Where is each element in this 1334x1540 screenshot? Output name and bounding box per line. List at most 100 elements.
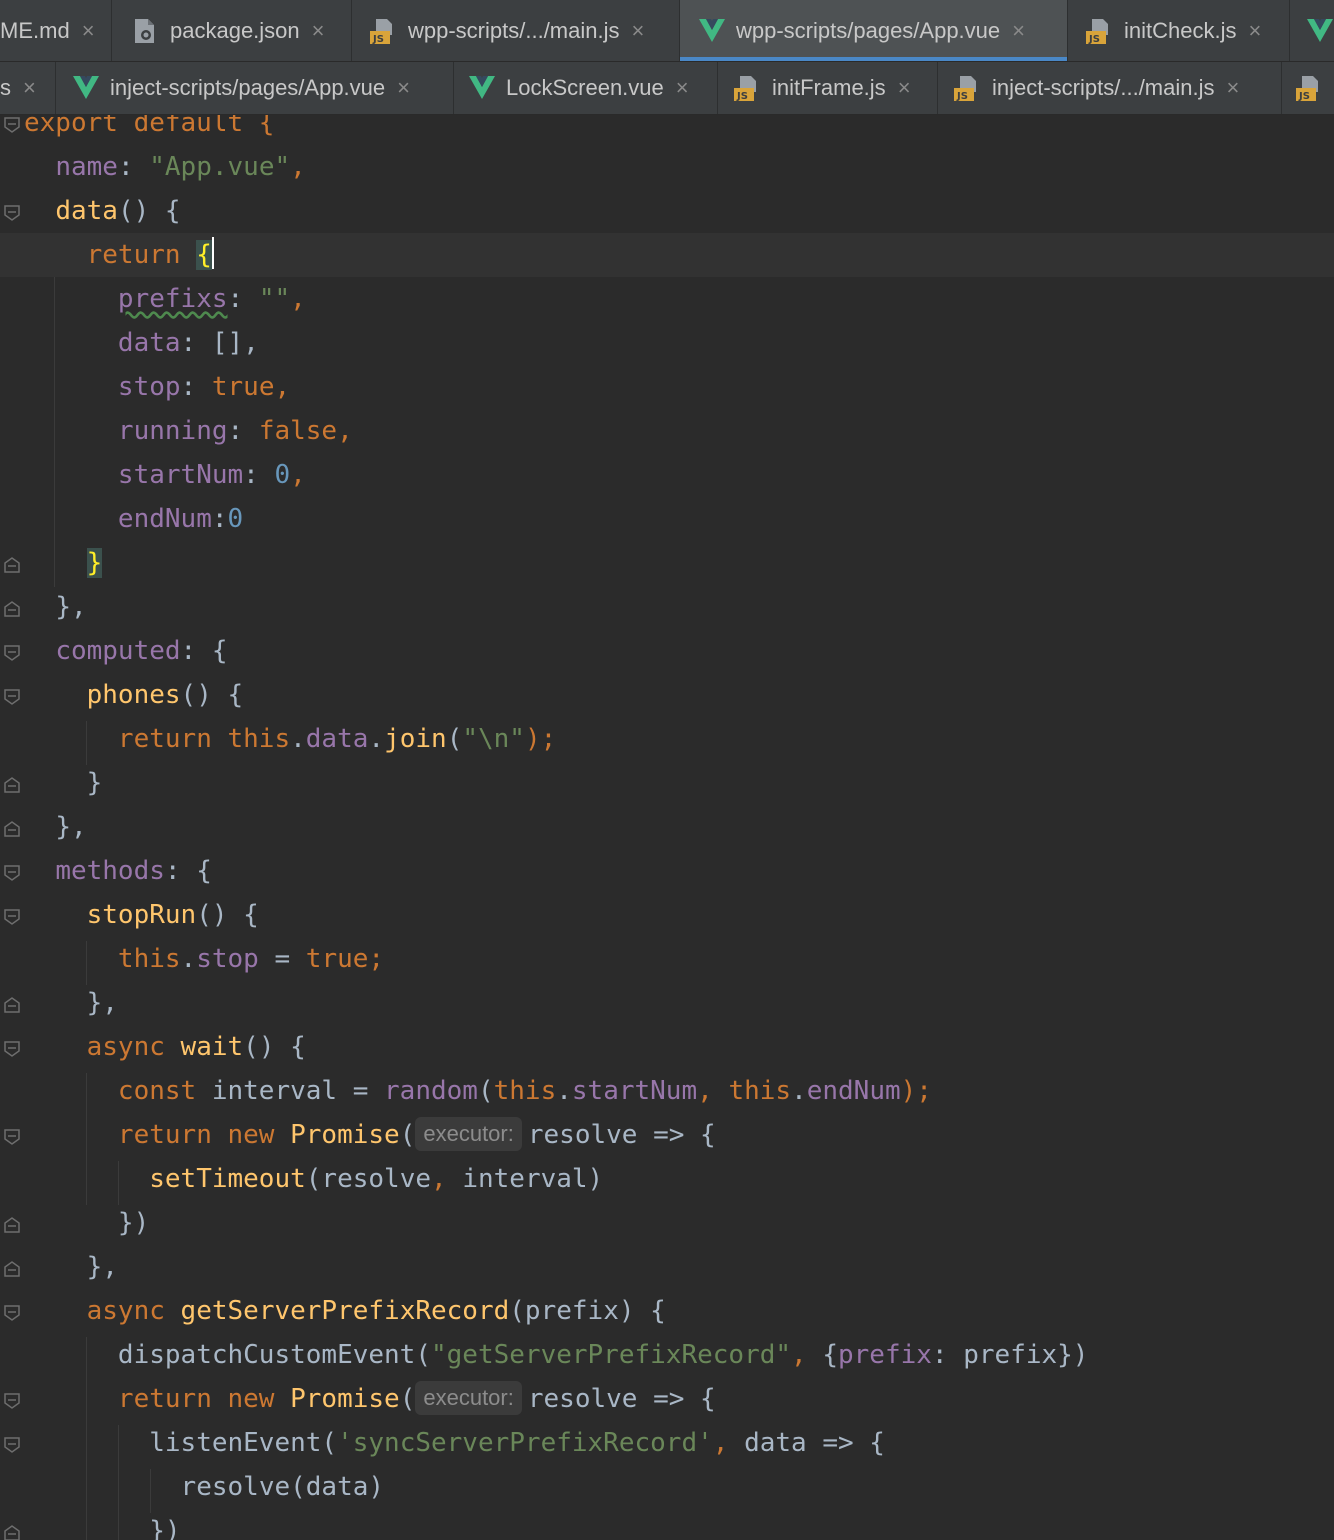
code-editor[interactable]: export default { name: "App.vue", data()… (0, 115, 1334, 1540)
code-token: "" (258, 284, 291, 314)
code-token: (resolve (305, 1164, 432, 1194)
vue-file-icon (1306, 17, 1333, 45)
code-token: , (697, 1076, 729, 1106)
code-token: this (493, 1076, 557, 1106)
code-line[interactable]: stop: true, (0, 365, 1334, 409)
matched-brace: { (196, 240, 212, 270)
parameter-hint: executor: (415, 1117, 522, 1151)
code-token: }) (149, 1516, 181, 1540)
code-line[interactable]: computed: { (0, 629, 1334, 673)
code-line[interactable]: } (0, 541, 1334, 585)
tab-readme[interactable]: ME.md × (0, 0, 112, 61)
code-token: ( (399, 1120, 416, 1150)
code-token: new (227, 1120, 291, 1150)
code-token: true (211, 372, 275, 402)
code-line[interactable]: }, (0, 981, 1334, 1025)
tab-initcheck-js[interactable]: JS initCheck.js × (1068, 0, 1290, 61)
tab-label: inject-scripts/.../main.js (992, 75, 1215, 100)
tab-package-json[interactable]: package.json × (112, 0, 352, 61)
code-line[interactable]: async wait() { (0, 1025, 1334, 1069)
code-line[interactable]: data() { (0, 189, 1334, 233)
code-line[interactable]: stopRun() { (0, 893, 1334, 937)
code-token: ( (446, 724, 463, 754)
code-token: stop (117, 372, 181, 402)
code-line[interactable]: data: [], (0, 321, 1334, 365)
svg-text:JS: JS (956, 91, 968, 102)
code-token: interval = (211, 1076, 385, 1106)
code-line[interactable]: return new Promise(executor: resolve => { (0, 1377, 1334, 1421)
code-token: : (227, 284, 259, 314)
code-token: computed (55, 636, 181, 666)
close-icon[interactable]: × (1227, 75, 1240, 101)
code-token: . (791, 1076, 807, 1106)
code-token: = (258, 944, 306, 974)
close-icon[interactable]: × (312, 18, 325, 44)
code-line[interactable]: } (0, 761, 1334, 805)
code-line[interactable]: }, (0, 805, 1334, 849)
editor-tabs-row-1: ME.md × package.json × JS wpp-scripts/..… (0, 0, 1334, 62)
close-icon[interactable]: × (1248, 18, 1261, 44)
tab-lockscreen-vue[interactable]: LockScreen.vue × (454, 62, 718, 114)
code-line[interactable]: methods: { (0, 849, 1334, 893)
code-token: export default { (24, 115, 275, 138)
tab-label: ME.md (0, 17, 70, 43)
tab-wpp-main-js[interactable]: JS wpp-scripts/.../main.js × (352, 0, 680, 61)
code-token: }, (55, 592, 87, 622)
code-line[interactable]: }, (0, 1245, 1334, 1289)
tab-inject-app-vue[interactable]: inject-scripts/pages/App.vue × (56, 62, 454, 114)
current-line[interactable]: return { (0, 233, 1334, 277)
code-line[interactable]: }) (0, 1509, 1334, 1540)
code-token: , (712, 1428, 745, 1458)
tab-wpp-app-vue[interactable]: wpp-scripts/pages/App.vue × (680, 0, 1068, 61)
js-file-icon: JS (734, 74, 760, 102)
editor-tabs-row-2: s × inject-scripts/pages/App.vue × LockS… (0, 62, 1334, 115)
code-token: setTimeout (149, 1164, 306, 1194)
code-token: getServerPrefixRecord (180, 1296, 510, 1326)
close-icon[interactable]: × (1012, 18, 1025, 44)
vue-file-icon (698, 17, 725, 45)
code-line[interactable]: export default { (0, 115, 1334, 145)
tab-overflow-js[interactable]: JS (1282, 62, 1334, 114)
close-icon[interactable]: × (23, 75, 36, 101)
code-line[interactable]: return new Promise(executor: resolve => { (0, 1113, 1334, 1157)
code-line[interactable]: return this.data.join("\n"); (0, 717, 1334, 761)
parameter-hint: executor: (415, 1381, 522, 1415)
code-line[interactable]: const interval = random(this.startNum, t… (0, 1069, 1334, 1113)
code-line[interactable]: phones() { (0, 673, 1334, 717)
code-token: this (728, 1076, 792, 1106)
js-file-icon: JS (370, 17, 396, 45)
code-line[interactable]: listenEvent('syncServerPrefixRecord', da… (0, 1421, 1334, 1465)
close-icon[interactable]: × (676, 75, 689, 101)
code-token: : (211, 504, 228, 534)
tab-inject-main-js[interactable]: JS inject-scripts/.../main.js × (938, 62, 1282, 114)
code-line[interactable]: this.stop = true; (0, 937, 1334, 981)
close-icon[interactable]: × (632, 18, 645, 44)
close-icon[interactable]: × (397, 75, 410, 101)
tab-label: wpp-scripts/.../main.js (408, 17, 620, 43)
code-line[interactable]: dispatchCustomEvent("getServerPrefixReco… (0, 1333, 1334, 1377)
code-token: , (290, 460, 306, 490)
code-token: name (55, 152, 118, 182)
close-icon[interactable]: × (82, 18, 95, 44)
svg-text:JS: JS (1298, 91, 1310, 102)
code-line[interactable]: async getServerPrefixRecord(prefix) { (0, 1289, 1334, 1333)
code-line[interactable]: endNum:0 (0, 497, 1334, 541)
code-line[interactable]: name: "App.vue", (0, 145, 1334, 189)
code-line[interactable]: prefixs: "", (0, 277, 1334, 321)
close-icon[interactable]: × (898, 75, 911, 101)
code-token: resolve => { (527, 1384, 716, 1414)
code-line[interactable]: }) (0, 1201, 1334, 1245)
tab-partial[interactable]: s × (0, 62, 56, 114)
code-token: resolve(data) (180, 1472, 385, 1502)
tab-initframe-js[interactable]: JS initFrame.js × (718, 62, 938, 114)
code-token: , (290, 152, 306, 182)
code-line[interactable]: startNum: 0, (0, 453, 1334, 497)
tab-overflow-vue[interactable] (1290, 0, 1334, 61)
code-line[interactable]: running: false, (0, 409, 1334, 453)
code-line[interactable]: resolve(data) (0, 1465, 1334, 1509)
js-file-icon: JS (954, 74, 980, 102)
code-token: random (384, 1076, 478, 1106)
code-line[interactable]: setTimeout(resolve, interval) (0, 1157, 1334, 1201)
code-token: async (86, 1032, 181, 1062)
code-line[interactable]: }, (0, 585, 1334, 629)
